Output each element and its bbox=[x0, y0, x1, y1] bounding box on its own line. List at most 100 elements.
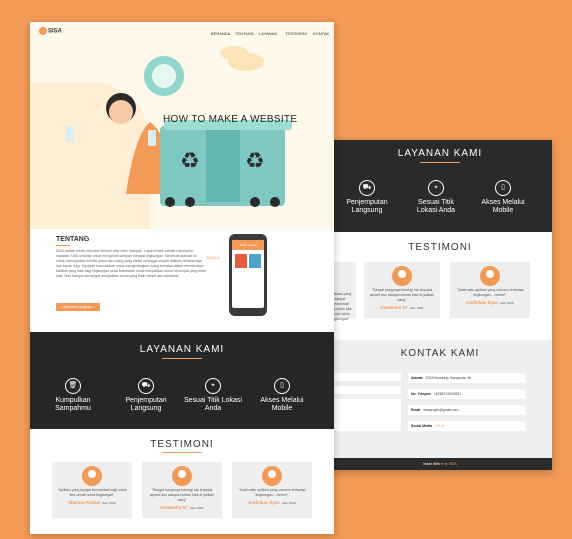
location-icon: ⌖ bbox=[205, 378, 221, 394]
testimoni-name: Shasna Pratiwi User SISA bbox=[52, 500, 132, 505]
avatar bbox=[262, 466, 282, 486]
testimoni-quote: "Sangat bangunya barang! tak terpakai se… bbox=[369, 288, 435, 302]
bottle-icon bbox=[66, 126, 74, 142]
testimoni-quote: "Sangat bangunya barang! tak terpakai se… bbox=[149, 488, 215, 502]
testimoni-role: User SISA bbox=[102, 501, 117, 505]
contact-name-input[interactable] bbox=[332, 373, 401, 381]
testimoni-card: "Sangat bangunya barang! tak terpakai se… bbox=[142, 462, 222, 518]
truck-icon: ⛟ bbox=[359, 180, 375, 196]
contact-phone: No. Telepon +6285719515851 bbox=[408, 389, 525, 399]
testimoni-name-text: Andhikan Ilyas bbox=[248, 500, 280, 505]
recycle-icon: ♻ bbox=[245, 149, 265, 174]
testimoni-quote: "Aplikasi yang sangat bermanfaat bagi un… bbox=[57, 488, 127, 497]
testimoni-role: User SISA bbox=[499, 301, 514, 305]
front-page-preview: SISA BERANDA TENTANG LAYANAN TESTIMONI K… bbox=[30, 22, 334, 534]
back-service-label: Penjemputan Langsung bbox=[346, 199, 388, 214]
contact-email: Email sisaprojek@gmail.com bbox=[408, 405, 525, 415]
contact-address: Alamat SISA Bandung, Bangunan 96 bbox=[408, 373, 525, 383]
contact-value: +6285719515851 bbox=[433, 392, 462, 396]
hero-illustration: ♻ ♻ bbox=[66, 46, 292, 207]
back-service-label: Sesuai Titik Lokasi Anda bbox=[416, 199, 456, 214]
contact-value: SISA Bandung, Bangunan 96 bbox=[425, 376, 472, 380]
service-label: Sesuai Titik Lokasi Anda bbox=[184, 397, 242, 412]
service-pickup: ⛟ Penjemputan Langsung bbox=[120, 378, 172, 413]
testimoni-role: User SISA bbox=[189, 506, 204, 510]
back-services-section: LAYANAN KAMI ⛟ Penjemputan Langsung ⌖ Se… bbox=[328, 140, 552, 232]
testimoni-name: Kumbohu 07 User SISA bbox=[364, 305, 440, 310]
testimoni-divider bbox=[162, 452, 202, 453]
testimoni-name: Andhikan Ilyas User SISA bbox=[450, 300, 530, 305]
contact-email-input[interactable] bbox=[332, 386, 401, 394]
back-services-divider bbox=[420, 162, 460, 163]
testimoni-quote: "Salah satu aplikasi yang concern terhad… bbox=[456, 288, 524, 297]
service-collect: 🗑 Kumpulkan Sampahmu bbox=[48, 378, 98, 413]
person-face bbox=[109, 100, 133, 124]
wheel-icon bbox=[185, 197, 195, 207]
testimoni-name-text: Andhikan Ilyas bbox=[466, 300, 498, 305]
hero-section: SISA BERANDA TENTANG LAYANAN TESTIMONI K… bbox=[30, 22, 334, 229]
testimoni-card: "Salah satu aplikasi yang concern terhad… bbox=[232, 462, 312, 518]
phone-product-card bbox=[235, 254, 247, 268]
about-title: TENTANG bbox=[56, 236, 90, 243]
wheel-icon bbox=[165, 197, 175, 207]
wheel-icon bbox=[270, 197, 280, 207]
contact-label: Email bbox=[411, 408, 421, 412]
testimoni-name-text: Shasna Pratiwi bbox=[67, 500, 100, 505]
phone-screen: Seller & Jual bbox=[232, 240, 264, 308]
back-service-mobile: ▯ Akses Melalui Mobile bbox=[478, 180, 528, 215]
bottle-icon bbox=[148, 130, 156, 146]
recycle-icon: ♻ bbox=[180, 149, 200, 174]
contact-label: Social Media bbox=[411, 424, 433, 428]
contact-label: Alamat bbox=[411, 376, 423, 380]
back-service-truck: ⛟ Penjemputan Langsung bbox=[342, 180, 392, 215]
service-location: ⌖ Sesuai Titik Lokasi Anda bbox=[182, 378, 244, 413]
back-testimoni-title: TESTIMONI bbox=[408, 242, 472, 253]
testimoni-card: "Aplikasi yang sangat bermanfaat bagi un… bbox=[52, 462, 132, 518]
contact-social: Social Media f ✉ ◎ bbox=[408, 421, 525, 431]
testimoni-role: User SISA bbox=[409, 306, 424, 310]
testimoni-name-text: Kumbohu 07 bbox=[380, 305, 408, 310]
location-icon: ⌖ bbox=[428, 180, 444, 196]
about-more-button[interactable]: Lihat lebih lengkap > bbox=[56, 303, 100, 311]
phone-screen-header: Seller & Jual bbox=[232, 240, 264, 250]
social-icons[interactable]: f ✉ ◎ bbox=[435, 424, 444, 428]
truck-icon: ⛟ bbox=[138, 378, 154, 394]
services-title: LAYANAN KAMI bbox=[139, 344, 225, 355]
services-section: LAYANAN KAMI 🗑 Kumpulkan Sampahmu ⛟ Penj… bbox=[30, 332, 334, 429]
contact-title: KONTAK KAMI bbox=[400, 348, 480, 359]
testimoni-name: Kumbohu 07 User SISA bbox=[142, 505, 222, 510]
footer-text: Made With bbox=[423, 462, 441, 466]
testimoni-quote: "Salah satu aplikasi yang concern terhad… bbox=[238, 488, 306, 497]
cloud-icon bbox=[228, 53, 264, 71]
phone-mockup: Seller & Jual bbox=[229, 234, 267, 316]
service-label: Kumpulkan Sampahmu bbox=[55, 397, 91, 412]
services-divider bbox=[162, 358, 202, 359]
testimoni-role: User SISA bbox=[281, 501, 296, 505]
back-page-preview: LAYANAN KAMI ⛟ Penjemputan Langsung ⌖ Se… bbox=[324, 140, 552, 470]
speech-bubble-inner bbox=[152, 64, 176, 88]
recycle-bin-middle bbox=[206, 130, 240, 202]
service-label: Akses Melalui Mobile bbox=[260, 397, 304, 412]
service-label: Penjemputan Langsung bbox=[125, 397, 167, 412]
trash-icon: 🗑 bbox=[65, 378, 81, 394]
testimoni-name: Andhikan Ilyas User SISA bbox=[232, 500, 312, 505]
about-body: SISA adalah bisnis rekonsel berbasi atas… bbox=[56, 249, 206, 278]
hero-headline: HOW TO MAKE A WEBSITE bbox=[163, 114, 298, 125]
wheel-icon bbox=[250, 197, 260, 207]
about-divider bbox=[56, 245, 70, 246]
back-services-title: LAYANAN KAMI bbox=[397, 148, 483, 159]
footer: Made With ♥ by SISA bbox=[328, 458, 552, 470]
testimoni-title: TESTIMONI bbox=[150, 439, 214, 450]
testimoni-name-text: Kumbohu 07 bbox=[160, 505, 188, 510]
avatar bbox=[172, 466, 192, 486]
phone-icon: ▯ bbox=[274, 378, 290, 394]
avatar bbox=[480, 266, 500, 286]
back-testimoni-card: "Sangat bangunya barang! tak terpakai se… bbox=[364, 262, 440, 318]
back-service-location: ⌖ Sesuai Titik Lokasi Anda bbox=[408, 180, 464, 215]
decor-arrows: >>>> bbox=[206, 256, 221, 262]
contact-label: No. Telepon bbox=[411, 392, 431, 396]
service-mobile: ▯ Akses Melalui Mobile bbox=[256, 378, 308, 413]
back-service-label: Akses Melalui Mobile bbox=[481, 199, 525, 214]
footer-brand: by SISA bbox=[444, 462, 457, 466]
contact-message-input[interactable] bbox=[332, 399, 401, 431]
